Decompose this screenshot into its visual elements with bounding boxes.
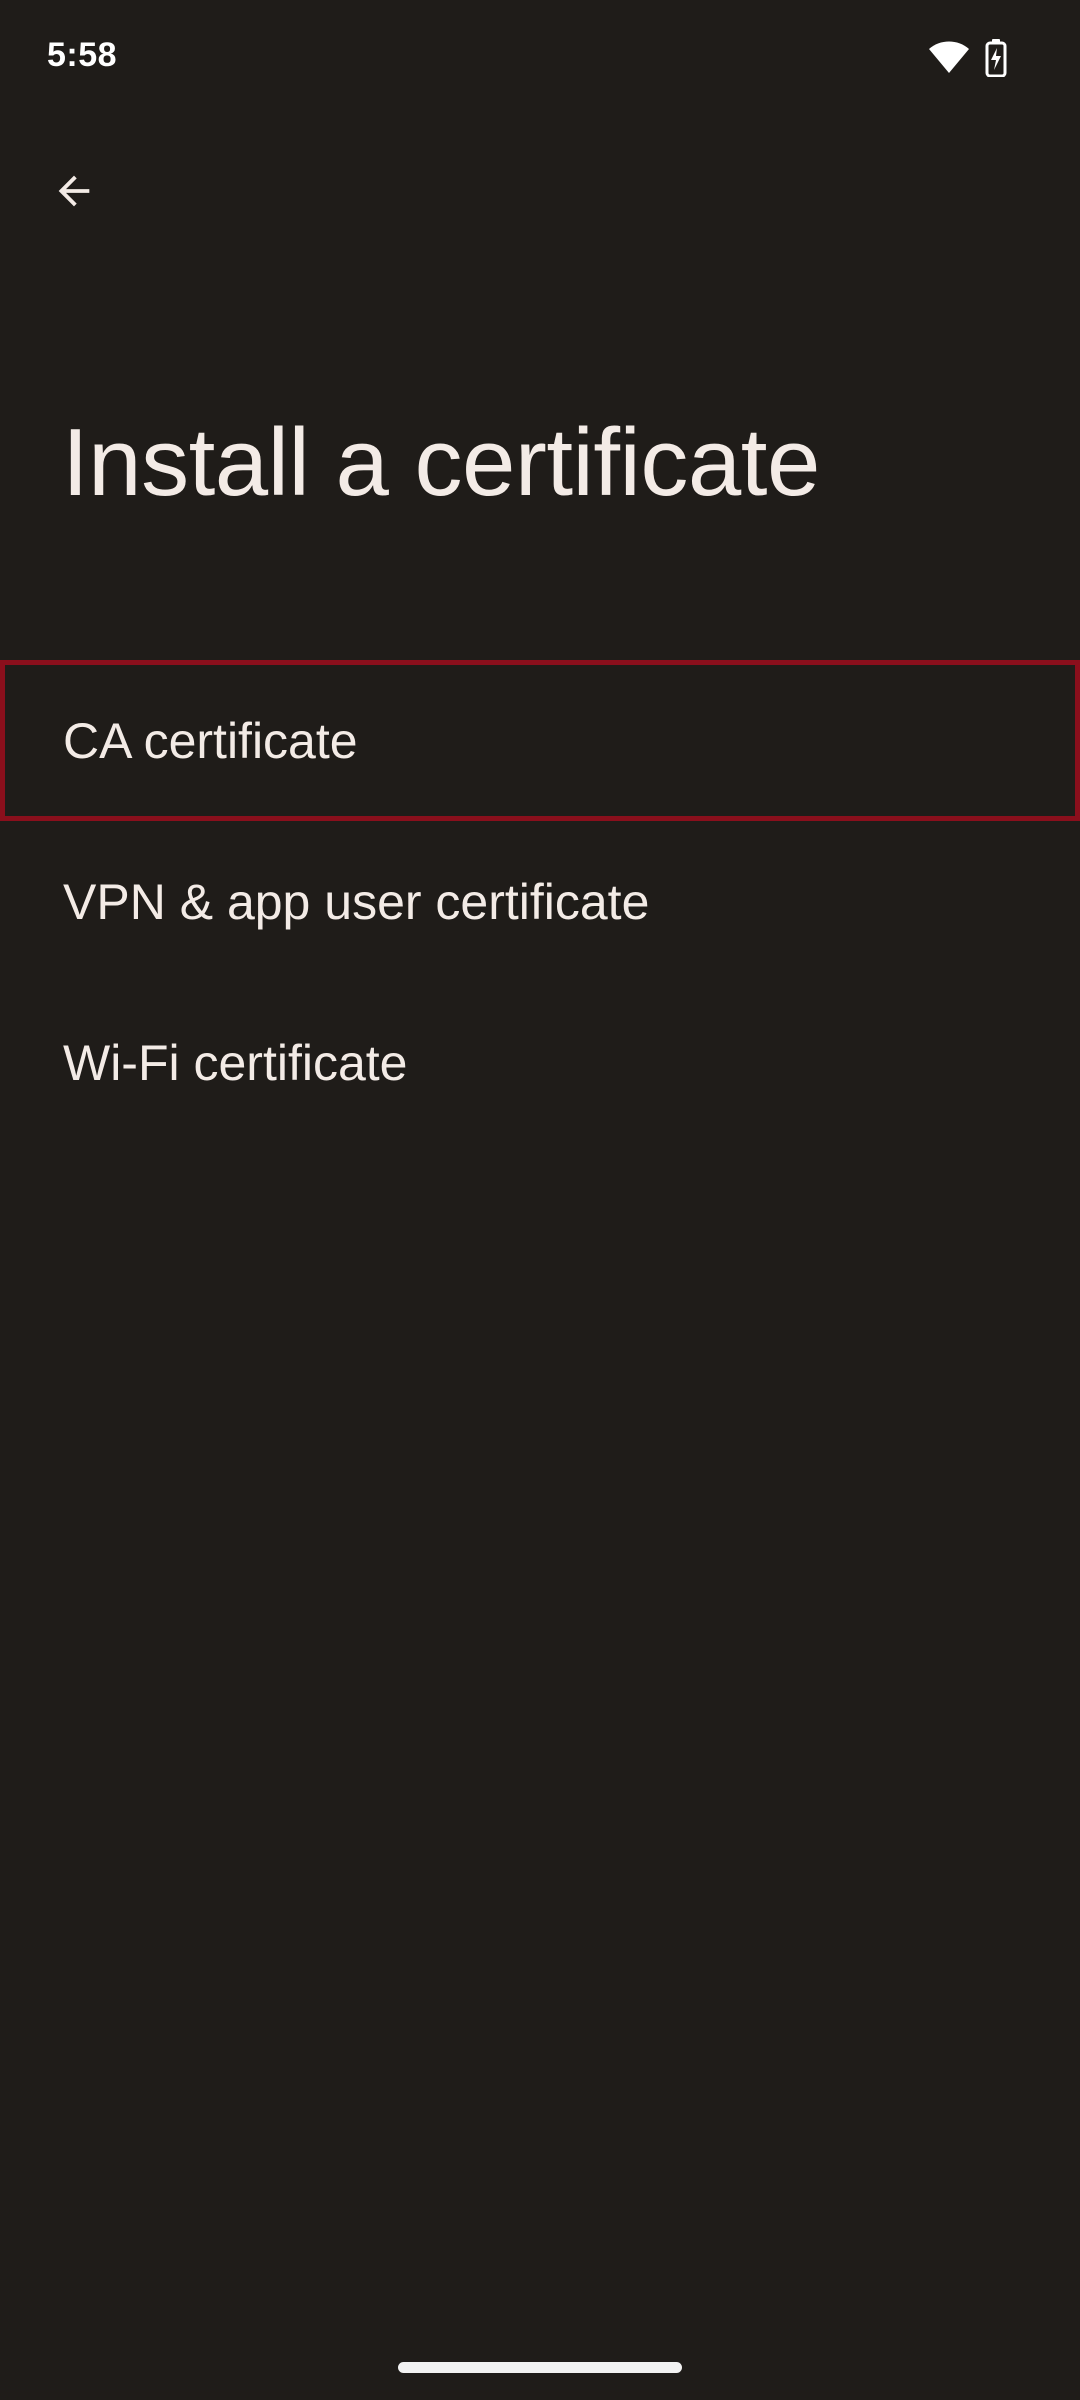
list-item-label: Wi-Fi certificate <box>63 1034 408 1091</box>
navigation-handle[interactable] <box>398 2362 682 2373</box>
back-button[interactable] <box>34 151 114 231</box>
list-item-label: VPN & app user certificate <box>63 873 650 930</box>
list-item-ca-certificate[interactable]: CA certificate <box>0 660 1080 821</box>
list-item-vpn-app-user-certificate[interactable]: VPN & app user certificate <box>0 821 1080 982</box>
list-item-label: CA certificate <box>63 712 358 769</box>
certificate-list: CA certificate VPN & app user certificat… <box>0 660 1080 1143</box>
status-bar: 5:58 <box>0 0 1080 118</box>
wifi-icon <box>929 41 969 73</box>
battery-charging-icon <box>985 39 1007 77</box>
status-time: 5:58 <box>47 36 118 74</box>
list-item-wifi-certificate[interactable]: Wi-Fi certificate <box>0 982 1080 1143</box>
page-title: Install a certificate <box>62 409 820 516</box>
arrow-back-icon <box>58 175 90 207</box>
